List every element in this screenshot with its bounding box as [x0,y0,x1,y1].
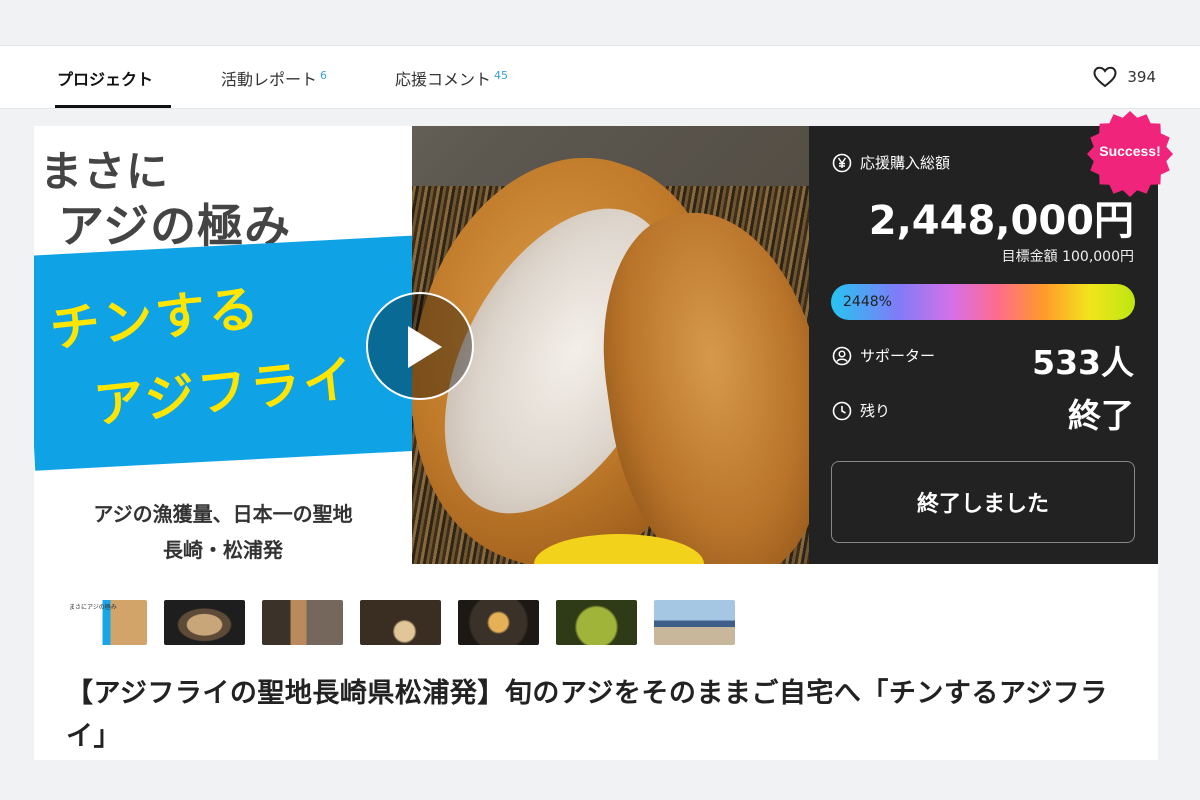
thumbnail-1-caption: まさにアジの極み [69,604,117,611]
tab-project-label: プロジェクト [57,70,154,89]
remaining-value: 終了 [1068,396,1134,435]
person-icon [832,346,852,365]
promo-sub-2: 長崎・松浦発 [163,538,283,562]
success-badge-text: Success! [1099,143,1161,159]
tab-bar: プロジェクト 活動レポート 6 応援コメント 45 394 [0,45,1200,109]
supporters-label-row: サポーター [832,345,935,366]
tab-comments-label: 応援コメント [395,70,492,89]
remaining-label-row: 残り [832,400,890,421]
play-button[interactable] [366,292,474,400]
tab-comments[interactable]: 応援コメント 45 [395,66,508,90]
thumbnail-5[interactable] [458,600,539,645]
like-button[interactable]: 394 [1093,66,1156,88]
remaining-label: 残り [860,402,891,420]
heart-icon [1093,66,1117,88]
goal-amount: 目標金額 100,000円 [1001,249,1134,265]
project-main: まさに アジの極み チンする アジフライ アジの漁獲量、日本一の聖地 長崎・松浦… [34,126,1158,760]
yen-icon [832,153,852,172]
total-label-row: 応援購入総額 [832,152,950,173]
thumbnail-6[interactable] [556,600,637,645]
thumbnail-2[interactable] [164,600,245,645]
tab-activity-report[interactable]: 活動レポート 6 [221,66,327,90]
ended-button-label: 終了しました [916,492,1049,517]
clock-icon [832,401,852,420]
like-count: 394 [1127,68,1156,86]
ended-button[interactable]: 終了しました [831,461,1135,543]
supporters-label: サポーター [860,347,936,365]
thumbnail-strip: まさにアジの極み [66,600,735,645]
promo-panel: まさに アジの極み チンする アジフライ アジの漁獲量、日本一の聖地 長崎・松浦… [34,126,412,564]
progress-bar: 2448% [831,284,1135,320]
thumbnail-1[interactable]: まさにアジの極み [66,600,147,645]
total-label: 応援購入総額 [860,154,951,172]
tab-project[interactable]: プロジェクト [57,66,153,90]
progress-text: 2448% [843,294,892,310]
thumbnail-4[interactable] [360,600,441,645]
promo-sub-1: アジの漁獲量、日本一の聖地 [93,502,353,526]
project-title: 【アジフライの聖地長崎県松浦発】旬のアジをそのままご自宅へ「チンするアジフライ」 [66,678,1108,752]
supporters-count: 533人 [1032,343,1134,382]
tab-comments-count: 45 [494,69,509,82]
thumbnail-7[interactable] [654,600,735,645]
tab-activity-report-count: 6 [320,69,328,82]
thumbnail-3[interactable] [262,600,343,645]
tab-activity-report-label: 活動レポート [221,70,318,89]
project-video[interactable]: まさに アジの極み チンする アジフライ アジの漁獲量、日本一の聖地 長崎・松浦… [34,126,809,564]
active-tab-indicator [55,105,171,108]
